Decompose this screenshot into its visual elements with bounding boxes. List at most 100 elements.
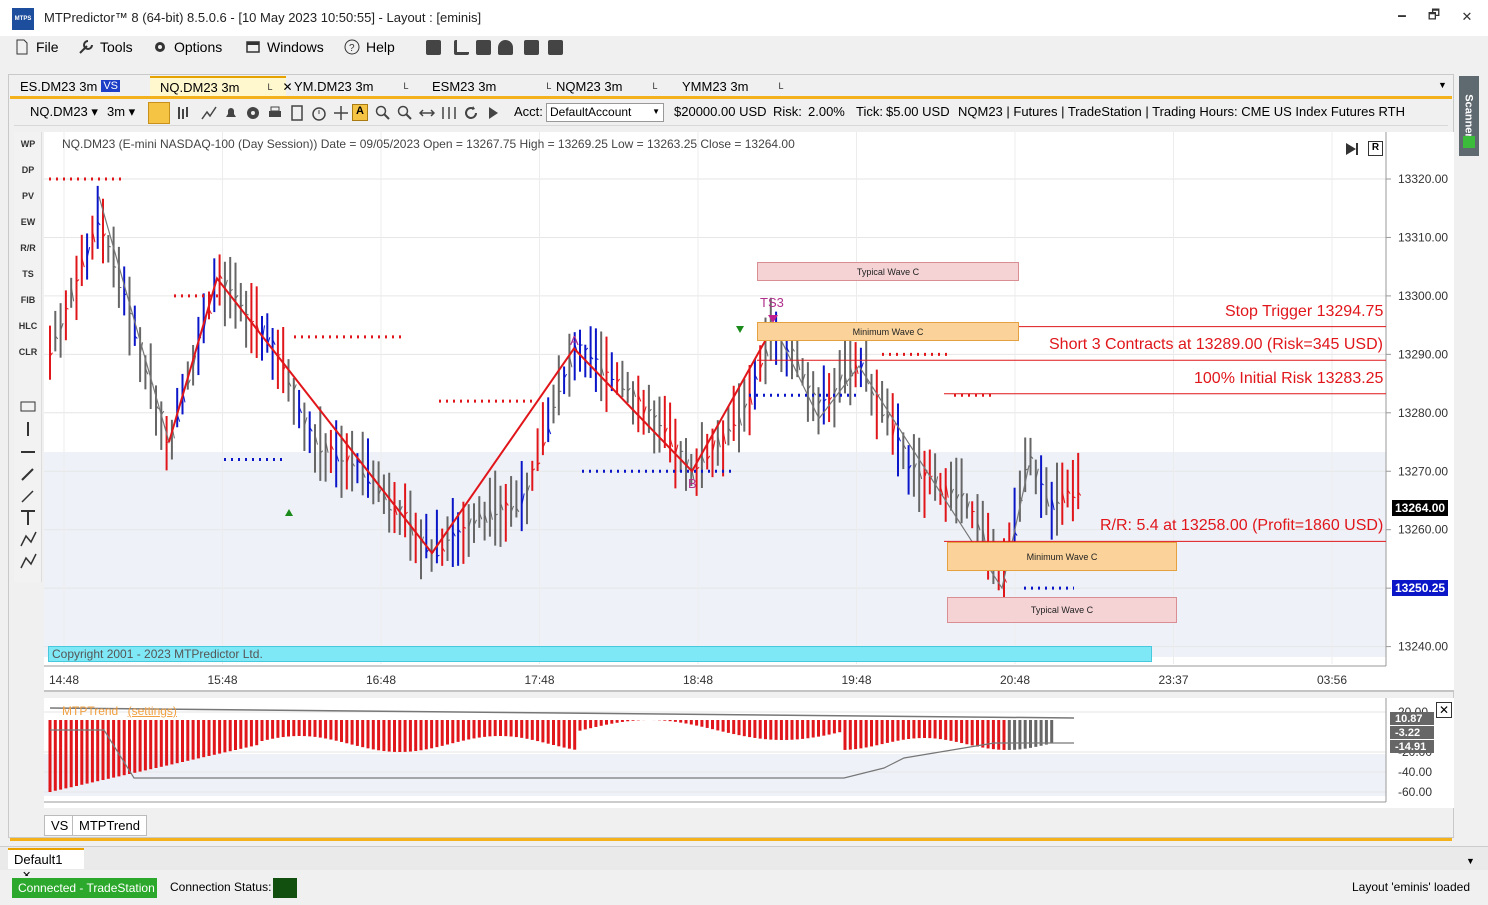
ts3-label: TS3 [760, 295, 784, 310]
menu-file-label: File [36, 39, 59, 55]
indicator-title: MTPTrend (settings) [62, 704, 177, 718]
symbol-dropdown[interactable]: NQ.DM23 ▾ [30, 104, 98, 120]
zoom-in-icon[interactable] [375, 105, 391, 121]
y-tick-label: 13270.00 [1398, 464, 1448, 478]
fit-width-icon[interactable] [419, 105, 435, 121]
ind-tick-label: -40.00 [1398, 765, 1432, 779]
minimize-button[interactable]: 🗕 [1387, 6, 1417, 28]
tab-flag: L [403, 81, 409, 91]
timer-icon[interactable] [311, 105, 327, 121]
restore-button[interactable]: 🗗 [1419, 6, 1449, 28]
x-tick-label: 20:48 [1000, 673, 1030, 687]
box-label: Typical Wave C [856, 266, 920, 277]
tool-dp[interactable]: DP [14, 165, 42, 175]
indicator-close-icon[interactable]: ✕ [1436, 702, 1452, 718]
tool-wp[interactable]: WP [14, 139, 42, 149]
minimum-wave-c-box-top[interactable]: Minimum Wave C [757, 322, 1019, 341]
crosshair-icon[interactable] [333, 105, 349, 121]
tick-value: $5.00 USD [886, 104, 950, 119]
connected-badge: Connected - TradeStation [12, 878, 157, 898]
close-button[interactable]: ✕ [1452, 6, 1482, 28]
short-entry-label: Short 3 Contracts at 13289.00 (Risk=345 … [1049, 336, 1383, 353]
tool-ew[interactable]: EW [14, 217, 42, 227]
tool-rr[interactable]: R/R [14, 243, 42, 253]
tab-nqm23[interactable]: NQM23 3m L [546, 76, 672, 96]
settings-gear-icon[interactable] [245, 105, 261, 121]
tab-esm23[interactable]: ESM23 3m L [422, 76, 551, 96]
tab-ym-dm23[interactable]: YM.DM23 3m L [284, 76, 420, 96]
price-chart[interactable]: 13320.00 13310.00 13300.00 13290.00 13280.00… [44, 132, 1454, 692]
tab-mtptrend[interactable]: MTPTrend [72, 815, 147, 836]
y-tick-label: 13300.00 [1398, 289, 1448, 303]
wave-tool-icon[interactable] [20, 531, 37, 547]
pattern-tool-icon[interactable] [20, 553, 37, 569]
menu-help[interactable]: ? Help [344, 39, 395, 55]
indicator-band [44, 754, 1386, 796]
rectangle-tool-icon[interactable] [20, 401, 36, 412]
bell-icon[interactable] [498, 40, 513, 55]
tab-flag: L [778, 81, 784, 91]
typical-wave-c-box-top[interactable]: Typical Wave C [757, 262, 1019, 281]
copyright-banner: Copyright 2001 - 2023 MTPredictor Ltd. [48, 646, 1152, 662]
tool-pv[interactable]: PV [14, 191, 42, 201]
grid-icon[interactable] [476, 40, 491, 55]
annotation-a-icon[interactable]: A [352, 104, 368, 121]
workspace-overflow-icon[interactable]: ▼ [1466, 856, 1475, 866]
tab-es-dm23[interactable]: ES.DM23 3m VS [10, 76, 148, 96]
instrument-info: NQM23 | Futures | TradeStation | Trading… [958, 104, 1406, 119]
tab-flag: L [652, 81, 658, 91]
ind-value-tag: 10.87 [1395, 713, 1423, 725]
trend-upper-line [49, 707, 1075, 719]
layout-status: Layout 'eminis' loaded [1352, 880, 1470, 894]
box-label: Minimum Wave C [852, 326, 924, 337]
typical-wave-c-box-bottom[interactable]: Typical Wave C [947, 597, 1177, 623]
minimum-wave-c-box-bottom[interactable]: Minimum Wave C [947, 542, 1177, 571]
x-tick-label: 23:37 [1159, 673, 1189, 687]
risk-value[interactable]: 2.00% [808, 104, 845, 119]
bars-icon[interactable] [175, 105, 191, 121]
current-price-tag: 13264.00 [1392, 500, 1449, 516]
arrow-tool-icon[interactable] [21, 468, 34, 481]
y-tick-label: 13310.00 [1398, 230, 1448, 244]
projected-price-tag: 13250.25 [1392, 580, 1449, 596]
tab-overflow-icon[interactable]: ▼ [1438, 80, 1447, 90]
reset-r-icon[interactable]: R [1368, 141, 1383, 156]
menu-options[interactable]: Options [152, 39, 222, 55]
tool-hlc[interactable]: HLC [14, 321, 42, 331]
menu-file[interactable]: File [14, 39, 59, 55]
crosshair-toggle-icon[interactable] [148, 102, 170, 124]
print-icon[interactable] [267, 105, 283, 121]
interval-dropdown[interactable]: 3m ▾ [107, 104, 135, 120]
play-forward-icon[interactable] [1344, 141, 1360, 157]
mtptrend-indicator-chart[interactable]: 20.00-20.00-40.00-60.0010.87-3.22-14.91 [44, 698, 1454, 808]
menu-tools[interactable]: Tools [78, 39, 133, 55]
play-chart-icon[interactable] [426, 40, 441, 55]
ind-tick-label: -60.00 [1398, 785, 1432, 799]
bell-alert-icon[interactable] [223, 105, 239, 121]
bar-info-line: NQ.DM23 (E-mini NASDAQ-100 (Day Session)… [62, 137, 795, 151]
close-tick [558, 390, 562, 393]
tool-clr[interactable]: CLR [14, 347, 42, 357]
tab-nq-dm23[interactable]: NQ.DM23 3m L ✕ [150, 76, 293, 96]
x-tick-label: 03:56 [1317, 673, 1347, 687]
refresh-icon[interactable] [463, 105, 479, 121]
play-icon[interactable] [485, 105, 501, 121]
trendline-tool-icon[interactable] [21, 490, 34, 503]
workspace-tab-default1[interactable]: Default1 ✕ [8, 848, 84, 882]
text-tool-icon[interactable] [21, 510, 35, 525]
tab-ymm23[interactable]: YMM23 3m L [672, 76, 798, 96]
line-chart-icon[interactable] [201, 105, 217, 121]
zoom-out-icon[interactable] [397, 105, 413, 121]
tool-ts[interactable]: TS [14, 269, 42, 279]
document-icon[interactable] [289, 105, 305, 121]
tool-fib[interactable]: FIB [14, 295, 42, 305]
menu-windows[interactable]: Windows [245, 39, 324, 55]
save-all-icon[interactable] [548, 40, 563, 55]
save-icon[interactable] [524, 40, 539, 55]
account-select[interactable]: DefaultAccount ▼ [546, 103, 664, 122]
indicator-settings-link[interactable]: (settings) [128, 704, 177, 718]
balance-text: $20000.00 USD [674, 104, 767, 119]
fit-height-icon[interactable] [441, 105, 457, 121]
tab-vs[interactable]: VS [44, 815, 76, 836]
bar-chart-icon[interactable] [454, 40, 469, 55]
